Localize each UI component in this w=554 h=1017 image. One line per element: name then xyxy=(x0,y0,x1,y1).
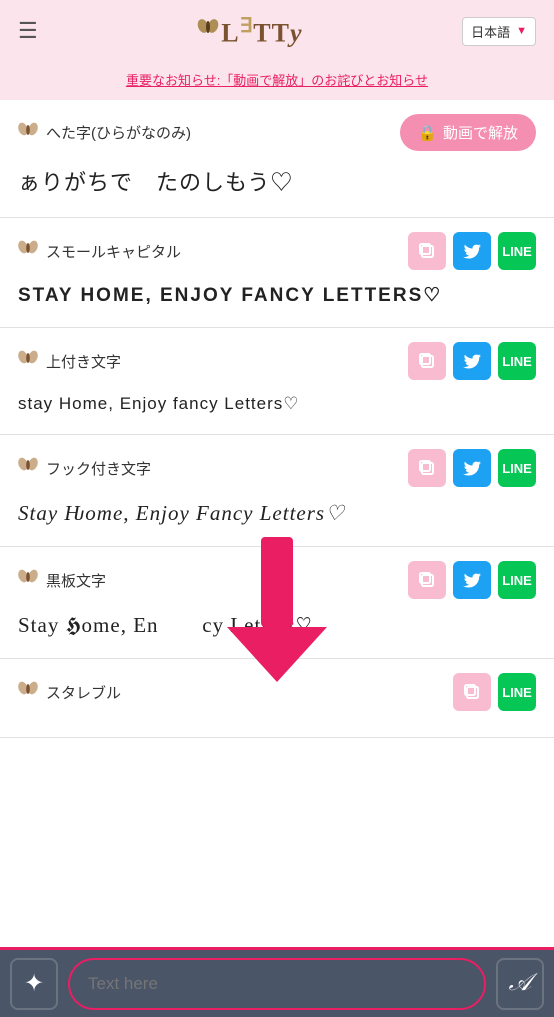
section-partial-actions: LINE xyxy=(453,673,536,711)
butterfly-icon-6 xyxy=(18,680,38,704)
lang-label: 日本語 xyxy=(471,22,510,41)
copy-button-2[interactable] xyxy=(408,342,446,380)
section-partial: スタレブル LINE xyxy=(0,659,554,738)
section-heta-title: へた字(ひらがなのみ) xyxy=(18,121,191,145)
section-heta: へた字(ひらがなのみ) 🔒 動画で解放 ぁりがちで たのしもう♡ xyxy=(0,100,554,218)
section-superscript: 上付き文字 LINE stay Home, Enjoy fancy Letter… xyxy=(0,328,554,435)
line-label-5: LINE xyxy=(502,685,532,700)
section-small-caps-preview: STAY HOME, ENJOY FANCY LETTERS♡ xyxy=(18,280,536,311)
header: ☰ L∃TTy 日本語 ▼ xyxy=(0,0,554,62)
section-partial-title: スタレブル xyxy=(18,680,121,704)
section-blackboard-preview: Stay 𝕳ome, En cy Letters♡ xyxy=(18,609,536,642)
section-blackboard-title: 黒板文字 xyxy=(18,568,106,592)
bottom-bar: ✦ 𝒜 xyxy=(0,947,554,1017)
menu-icon[interactable]: ☰ xyxy=(18,18,38,44)
section-superscript-preview: stay Home, Enjoy fancy Letters♡ xyxy=(18,390,536,418)
section-hook-title: フック付き文字 xyxy=(18,456,151,480)
unlock-button[interactable]: 🔒 動画で解放 xyxy=(400,114,536,151)
line-button-4[interactable]: LINE xyxy=(498,561,536,599)
butterfly-icon-5 xyxy=(18,568,38,592)
section-blackboard-actions: LINE xyxy=(408,561,536,599)
notice-link[interactable]: 重要なお知らせ:「動画で解放」のお詫びとお知らせ xyxy=(126,73,428,88)
line-button[interactable]: LINE xyxy=(498,232,536,270)
section-blackboard-label: 黒板文字 xyxy=(46,570,106,591)
copy-button-3[interactable] xyxy=(408,449,446,487)
line-button-5[interactable]: LINE xyxy=(498,673,536,711)
section-superscript-title: 上付き文字 xyxy=(18,349,121,373)
butterfly-icon-4 xyxy=(18,456,38,480)
section-superscript-header: 上付き文字 LINE xyxy=(18,342,536,380)
chevron-down-icon: ▼ xyxy=(516,25,527,37)
section-hook-label: フック付き文字 xyxy=(46,458,151,479)
section-superscript-actions: LINE xyxy=(408,342,536,380)
section-hook-header: フック付き文字 LINE xyxy=(18,449,536,487)
section-hook-preview: Stay Ƕome, Enjoy Fancy Letters♡ xyxy=(18,497,536,530)
unlock-label: 動画で解放 xyxy=(443,122,518,143)
section-small-caps-actions: LINE xyxy=(408,232,536,270)
line-label-3: LINE xyxy=(502,461,532,476)
section-superscript-label: 上付き文字 xyxy=(46,351,121,372)
butterfly-icon xyxy=(18,121,38,145)
section-partial-header: スタレブル LINE xyxy=(18,673,536,711)
logo-text: L∃TTy xyxy=(221,13,302,49)
line-label-4: LINE xyxy=(502,573,532,588)
twitter-button-4[interactable] xyxy=(453,561,491,599)
section-heta-header: へた字(ひらがなのみ) 🔒 動画で解放 xyxy=(18,114,536,151)
font-style-button[interactable]: 𝒜 xyxy=(496,958,544,1010)
section-heta-label: へた字(ひらがなのみ) xyxy=(46,122,191,143)
sparkle-icon: ✦ xyxy=(24,969,44,998)
line-button-2[interactable]: LINE xyxy=(498,342,536,380)
section-hook: フック付き文字 LINE Stay Ƕome, Enjoy Fancy Lett… xyxy=(0,435,554,547)
section-small-caps-title: スモールキャピタル xyxy=(18,239,181,263)
language-selector[interactable]: 日本語 ▼ xyxy=(462,17,536,46)
twitter-button-3[interactable] xyxy=(453,449,491,487)
line-button-3[interactable]: LINE xyxy=(498,449,536,487)
section-small-caps-label: スモールキャピタル xyxy=(46,241,181,262)
twitter-button[interactable] xyxy=(453,232,491,270)
logo-butterfly xyxy=(197,15,219,47)
section-heta-preview: ぁりがちで たのしもう♡ xyxy=(18,161,536,201)
section-blackboard-header: 黒板文字 LINE xyxy=(18,561,536,599)
sparkle-button[interactable]: ✦ xyxy=(10,958,58,1010)
copy-button-4[interactable] xyxy=(408,561,446,599)
copy-button[interactable] xyxy=(408,232,446,270)
line-label-2: LINE xyxy=(502,354,532,369)
butterfly-icon-2 xyxy=(18,239,38,263)
app-logo: L∃TTy xyxy=(197,13,302,49)
twitter-button-2[interactable] xyxy=(453,342,491,380)
butterfly-icon-3 xyxy=(18,349,38,373)
font-icon: 𝒜 xyxy=(509,970,532,997)
section-small-caps: スモールキャピタル LINE STAY HOME, ENJOY FANCY LE… xyxy=(0,218,554,328)
section-partial-label: スタレブル xyxy=(46,682,121,703)
lock-icon: 🔒 xyxy=(418,124,437,142)
section-small-caps-header: スモールキャピタル LINE xyxy=(18,232,536,270)
line-label: LINE xyxy=(502,244,532,259)
copy-button-5[interactable] xyxy=(453,673,491,711)
notice-banner: 重要なお知らせ:「動画で解放」のお詫びとお知らせ xyxy=(0,62,554,100)
section-blackboard: 黒板文字 LINE Stay 𝕳ome, En cy Letters♡ xyxy=(0,547,554,659)
text-input[interactable] xyxy=(68,958,486,1010)
section-hook-actions: LINE xyxy=(408,449,536,487)
